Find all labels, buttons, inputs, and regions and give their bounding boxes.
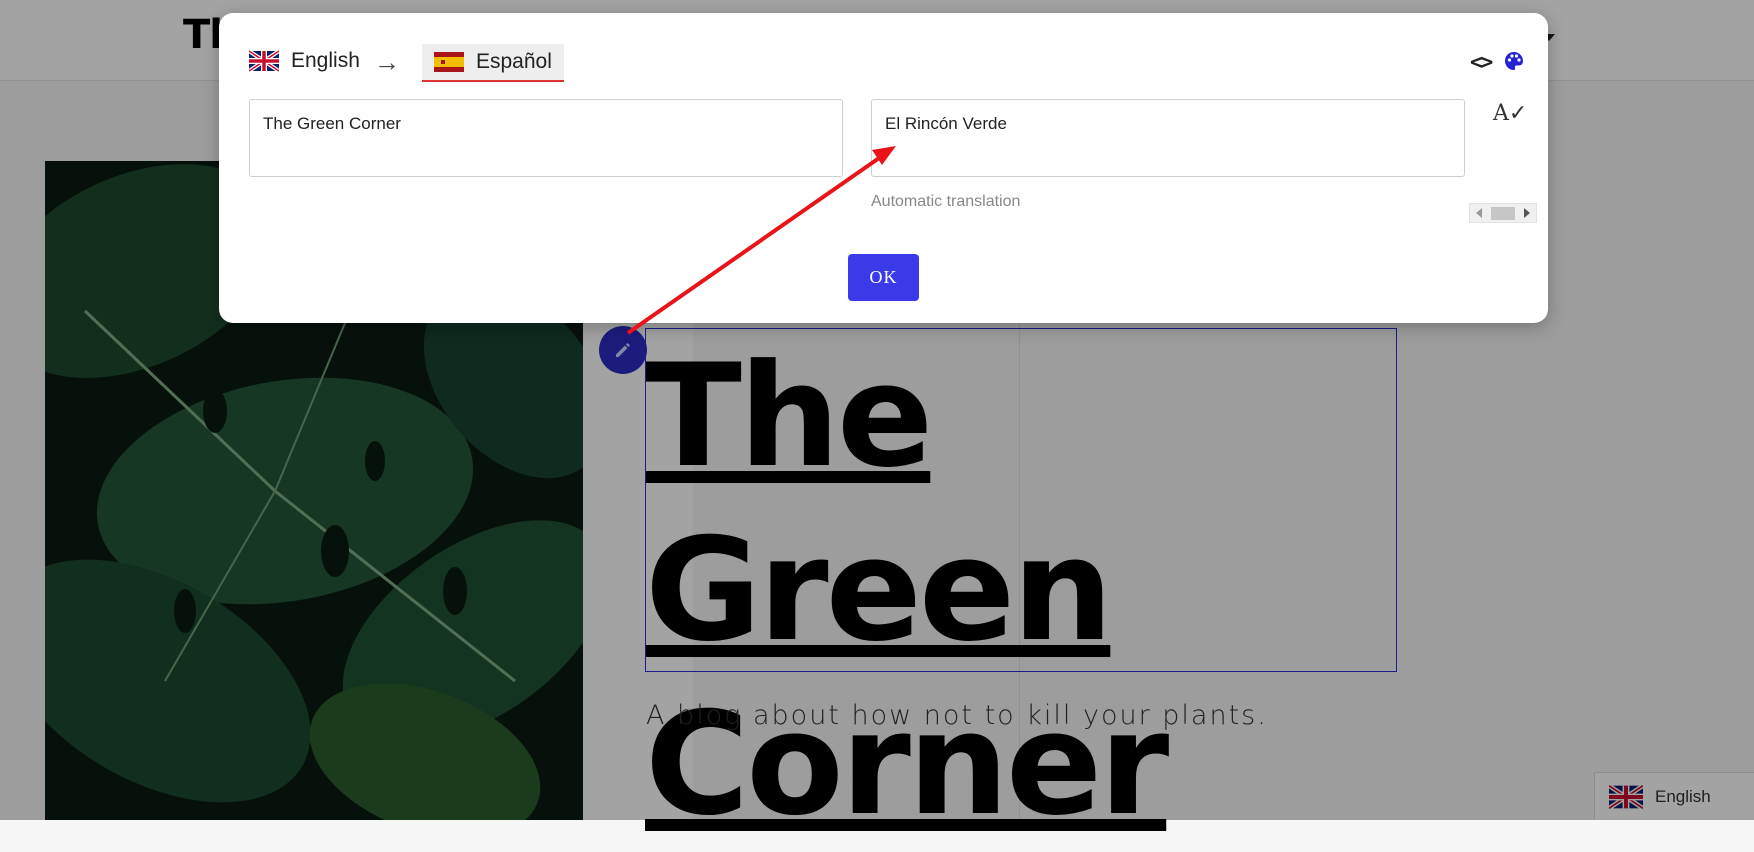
source-language-tab[interactable]: English xyxy=(249,49,360,73)
target-language-tab[interactable]: Español xyxy=(422,44,564,82)
source-text-field[interactable]: The Green Corner xyxy=(249,99,843,177)
uk-flag-icon xyxy=(249,50,279,72)
horizontal-scrollbar[interactable] xyxy=(1469,203,1537,223)
ok-button[interactable]: OK xyxy=(848,254,919,301)
scroll-right-icon[interactable] xyxy=(1524,208,1530,218)
translation-text-field[interactable]: El Rincón Verde xyxy=(871,99,1465,177)
translation-dialog: English → Español <> A✓ The Green Corner… xyxy=(219,13,1548,323)
arrow-right-icon: → xyxy=(374,47,400,77)
scroll-left-icon[interactable] xyxy=(1476,208,1482,218)
automatic-translation-note: Automatic translation xyxy=(871,193,1021,210)
spain-flag-icon xyxy=(434,52,464,72)
palette-icon[interactable] xyxy=(1504,51,1524,71)
spellcheck-icon[interactable]: A✓ xyxy=(1493,101,1527,126)
source-language-label: English xyxy=(291,49,360,72)
target-language-label: Español xyxy=(476,50,552,73)
code-icon[interactable]: <> xyxy=(1470,50,1493,74)
scrollbar-thumb[interactable] xyxy=(1491,207,1515,220)
